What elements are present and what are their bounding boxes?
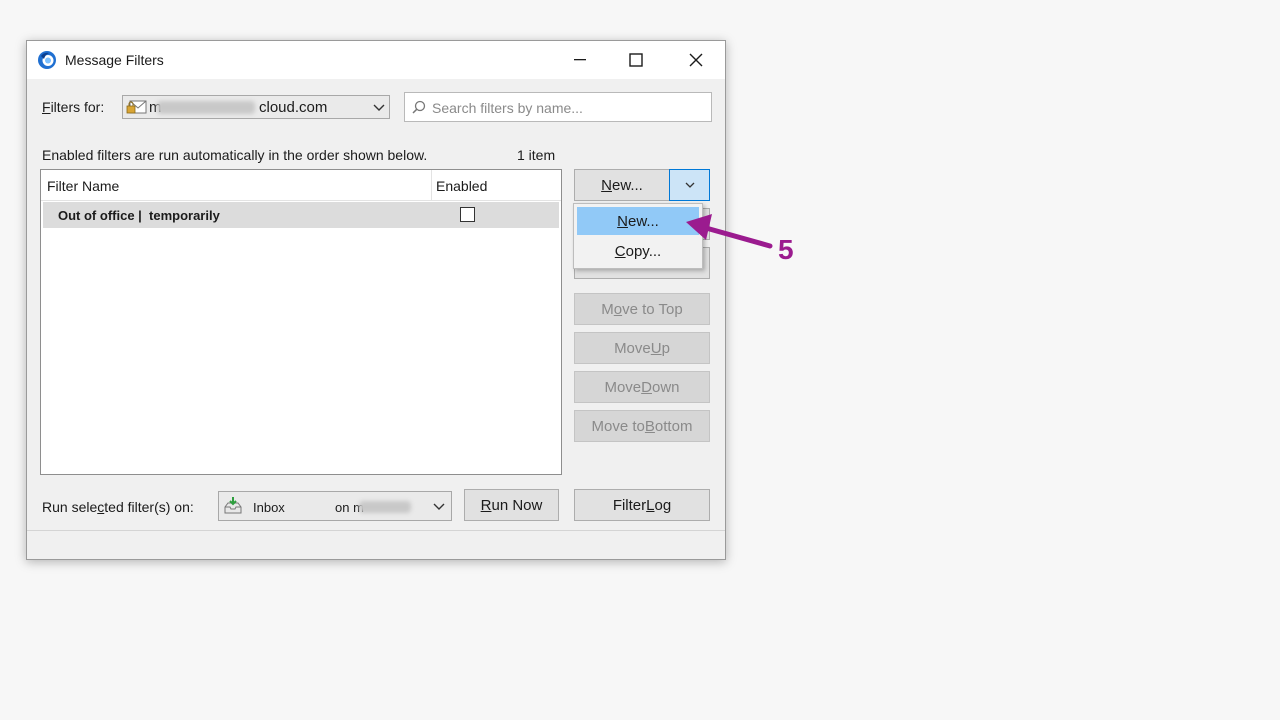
move-up-label-a: Move (614, 339, 651, 357)
move-to-top-label-a: M (601, 300, 614, 318)
annotation-step-number: 5 (778, 234, 794, 265)
filters-for-label: Filters for: (42, 99, 104, 115)
column-separator (431, 170, 432, 200)
title-bar: Message Filters (27, 41, 725, 79)
filter-count: 1 item (517, 147, 556, 163)
move-up-label-b: p (661, 339, 670, 357)
status-bar (27, 530, 725, 559)
minimize-icon (574, 59, 586, 61)
move-to-top-button[interactable]: Mo ve to Top (574, 293, 710, 325)
new-label: ew... (611, 176, 643, 194)
thunderbird-icon (38, 51, 56, 69)
move-down-mnemonic: D (641, 378, 652, 396)
new-filter-button[interactable]: New... (574, 169, 670, 201)
move-to-bottom-button[interactable]: Move to Bottom (574, 410, 710, 442)
message-filters-dialog: Message Filters Filters for: m cloud.com (26, 40, 726, 560)
menu-copy-label: opy... (625, 242, 662, 260)
close-button[interactable] (673, 41, 719, 79)
email-account-icon (126, 100, 147, 114)
redacted-account (157, 101, 255, 114)
minimize-button[interactable] (557, 41, 603, 79)
account-select[interactable]: m cloud.com (122, 95, 390, 119)
move-up-mnemonic: U (650, 339, 662, 357)
search-filters-box[interactable] (404, 92, 712, 122)
maximize-icon (629, 53, 643, 67)
run-now-label: un Now (491, 496, 543, 514)
run-now-button[interactable]: Run Now (464, 489, 559, 521)
menu-copy-mnemonic: C (614, 242, 626, 260)
redacted-folder-account (359, 501, 411, 513)
filter-row-name: Out of office | temporarily (58, 208, 220, 223)
move-to-top-label-b: ve to Top (622, 300, 683, 318)
search-filters-input[interactable] (430, 97, 704, 119)
move-down-label-a: Move (604, 378, 642, 396)
maximize-button[interactable] (613, 41, 659, 79)
column-enabled[interactable]: Enabled (436, 178, 487, 194)
run-now-mnemonic: R (480, 496, 492, 514)
filters-for-mnemonic: F (42, 99, 51, 115)
move-up-button[interactable]: Move Up (574, 332, 710, 364)
run-selected-text-b: ted filter(s) on: (104, 499, 194, 515)
run-selected-text-a: Run sele (42, 499, 98, 515)
move-down-button[interactable]: Move Down (574, 371, 710, 403)
account-domain: cloud.com (259, 99, 328, 116)
filter-enabled-checkbox[interactable] (460, 207, 475, 222)
inbox-icon (224, 497, 242, 514)
filter-log-label-b: og (654, 496, 672, 514)
run-selected-label: Run selected filter(s) on: (42, 499, 194, 515)
window-title: Message Filters (65, 52, 164, 68)
close-icon (689, 53, 703, 67)
move-to-bottom-label-a: Move to (591, 417, 645, 435)
filter-log-label-a: Filter (612, 496, 647, 514)
search-icon (412, 100, 426, 114)
filter-list-header: Filter Name Enabled (41, 170, 561, 201)
filters-info-text: Enabled filters are run automatically in… (42, 147, 428, 163)
menu-item-copy[interactable]: Copy... (577, 237, 699, 265)
filter-log-mnemonic: L (646, 496, 655, 514)
chevron-down-icon (433, 503, 445, 510)
move-down-label-b: own (652, 378, 680, 396)
move-to-top-mnemonic: o (613, 300, 623, 318)
menu-new-mnemonic: N (617, 212, 628, 230)
move-to-bottom-label-b: ottom (654, 417, 693, 435)
new-mnemonic: N (601, 176, 612, 194)
chevron-down-icon (373, 104, 385, 111)
column-filter-name[interactable]: Filter Name (47, 178, 119, 194)
filter-log-button[interactable]: Filter Log (574, 489, 710, 521)
move-to-bottom-mnemonic: B (644, 417, 655, 435)
menu-item-new[interactable]: New... (577, 207, 699, 235)
chevron-down-icon (685, 182, 694, 188)
filter-list[interactable]: Filter Name Enabled Out of office | temp… (40, 169, 562, 475)
filters-for-text: ilters for: (50, 99, 105, 115)
new-dropdown-menu: New... Copy... (573, 203, 703, 269)
run-on-folder-select[interactable]: Inbox on m (218, 491, 452, 521)
new-filter-dropdown-button[interactable] (669, 169, 710, 201)
menu-new-label: ew... (627, 212, 659, 230)
folder-name: Inbox (253, 500, 285, 515)
filter-row[interactable]: Out of office | temporarily (43, 202, 559, 228)
